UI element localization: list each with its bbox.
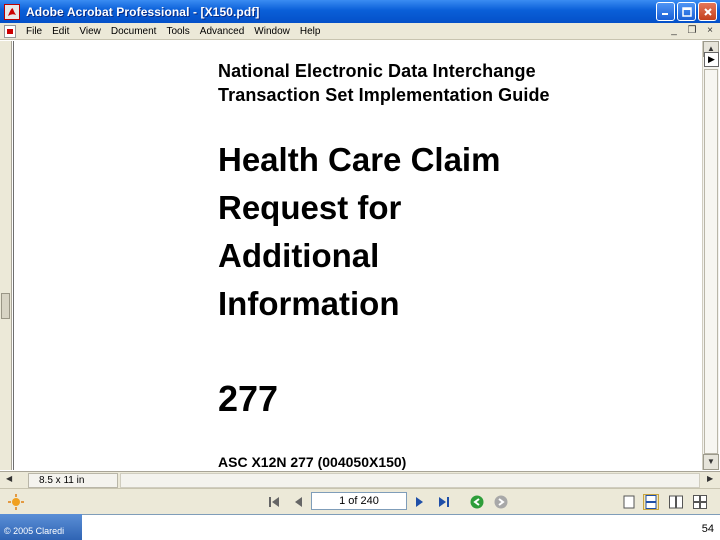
subtitle-line-1: National Electronic Data Interchange	[218, 61, 536, 81]
page-navigation-toolbar: 1 of 240	[0, 488, 720, 514]
subtitle-line-2: Transaction Set Implementation Guide	[218, 85, 550, 105]
continuous-icon[interactable]	[643, 494, 659, 510]
facing-icon[interactable]	[668, 494, 684, 510]
menu-advanced[interactable]: Advanced	[195, 23, 249, 40]
navigation-pane-strip	[0, 41, 12, 470]
single-page-icon[interactable]	[621, 494, 637, 510]
document-window-controls: _ ❐ ×	[668, 25, 716, 37]
vertical-scrollbar[interactable]: ▲ ▼	[702, 41, 719, 470]
next-view-icon[interactable]	[493, 494, 509, 510]
document-icon[interactable]	[4, 24, 16, 38]
scroll-down-icon[interactable]: ▼	[703, 454, 719, 470]
menu-help[interactable]: Help	[295, 23, 326, 40]
menu-view[interactable]: View	[74, 23, 106, 40]
first-page-icon[interactable]	[266, 494, 282, 510]
acrobat-app-icon[interactable]	[4, 3, 20, 20]
document-page: National Electronic Data Interchange Tra…	[13, 41, 698, 470]
expand-panel-icon[interactable]: ▶	[704, 52, 719, 67]
window-title-bar[interactable]: Adobe Acrobat Professional - [X150.pdf]	[0, 0, 720, 23]
slide-footer: 54	[82, 514, 720, 540]
page-number-field[interactable]: 1 of 240	[311, 492, 407, 510]
doc-minimize-icon[interactable]: _	[668, 25, 680, 37]
title-line-4: Information	[218, 285, 400, 322]
title-line-3: Additional	[218, 237, 380, 274]
title-line-1: Health Care Claim	[218, 141, 501, 178]
page-size-indicator: 8.5 x 11 in	[28, 473, 118, 488]
doc-close-icon[interactable]: ×	[704, 25, 716, 37]
copyright-notice: © 2005 Claredi	[0, 514, 82, 540]
window-controls	[656, 2, 717, 21]
close-icon[interactable]	[698, 2, 717, 21]
transaction-number: 277	[218, 378, 279, 419]
menu-tools[interactable]: Tools	[161, 23, 194, 40]
scroll-thumb[interactable]	[704, 69, 718, 454]
title-line-2: Request for	[218, 189, 402, 226]
minimize-icon[interactable]	[656, 2, 675, 21]
menu-file[interactable]: File	[21, 23, 47, 40]
last-page-icon[interactable]	[436, 494, 452, 510]
menu-window[interactable]: Window	[249, 23, 295, 40]
doc-restore-icon[interactable]: ❐	[686, 25, 698, 37]
previous-page-icon[interactable]	[290, 494, 306, 510]
horizontal-scrollbar[interactable]	[120, 473, 700, 488]
previous-view-icon[interactable]	[469, 494, 485, 510]
document-title: Health Care Claim Request for Additional…	[218, 136, 500, 328]
next-page-icon[interactable]	[412, 494, 428, 510]
slide-number: 54	[701, 523, 714, 535]
navigation-pane-toggle[interactable]	[1, 293, 10, 319]
menu-document[interactable]: Document	[106, 23, 162, 40]
menu-bar: File Edit View Document Tools Advanced W…	[0, 23, 720, 40]
asc-identifier: ASC X12N 277 (004050X150)	[218, 454, 407, 470]
sun-icon[interactable]	[8, 494, 24, 510]
scroll-left-icon[interactable]: ◀	[6, 474, 12, 483]
maximize-icon[interactable]	[677, 2, 696, 21]
scroll-right-icon[interactable]: ▶	[707, 474, 713, 483]
implementation-guide-subtitle: National Electronic Data Interchange Tra…	[218, 59, 550, 107]
horizontal-scroll-row: ◀ 8.5 x 11 in ▶	[0, 471, 720, 488]
continuous-facing-icon[interactable]	[692, 494, 708, 510]
menu-edit[interactable]: Edit	[47, 23, 74, 40]
window-title: Adobe Acrobat Professional - [X150.pdf]	[26, 4, 260, 19]
